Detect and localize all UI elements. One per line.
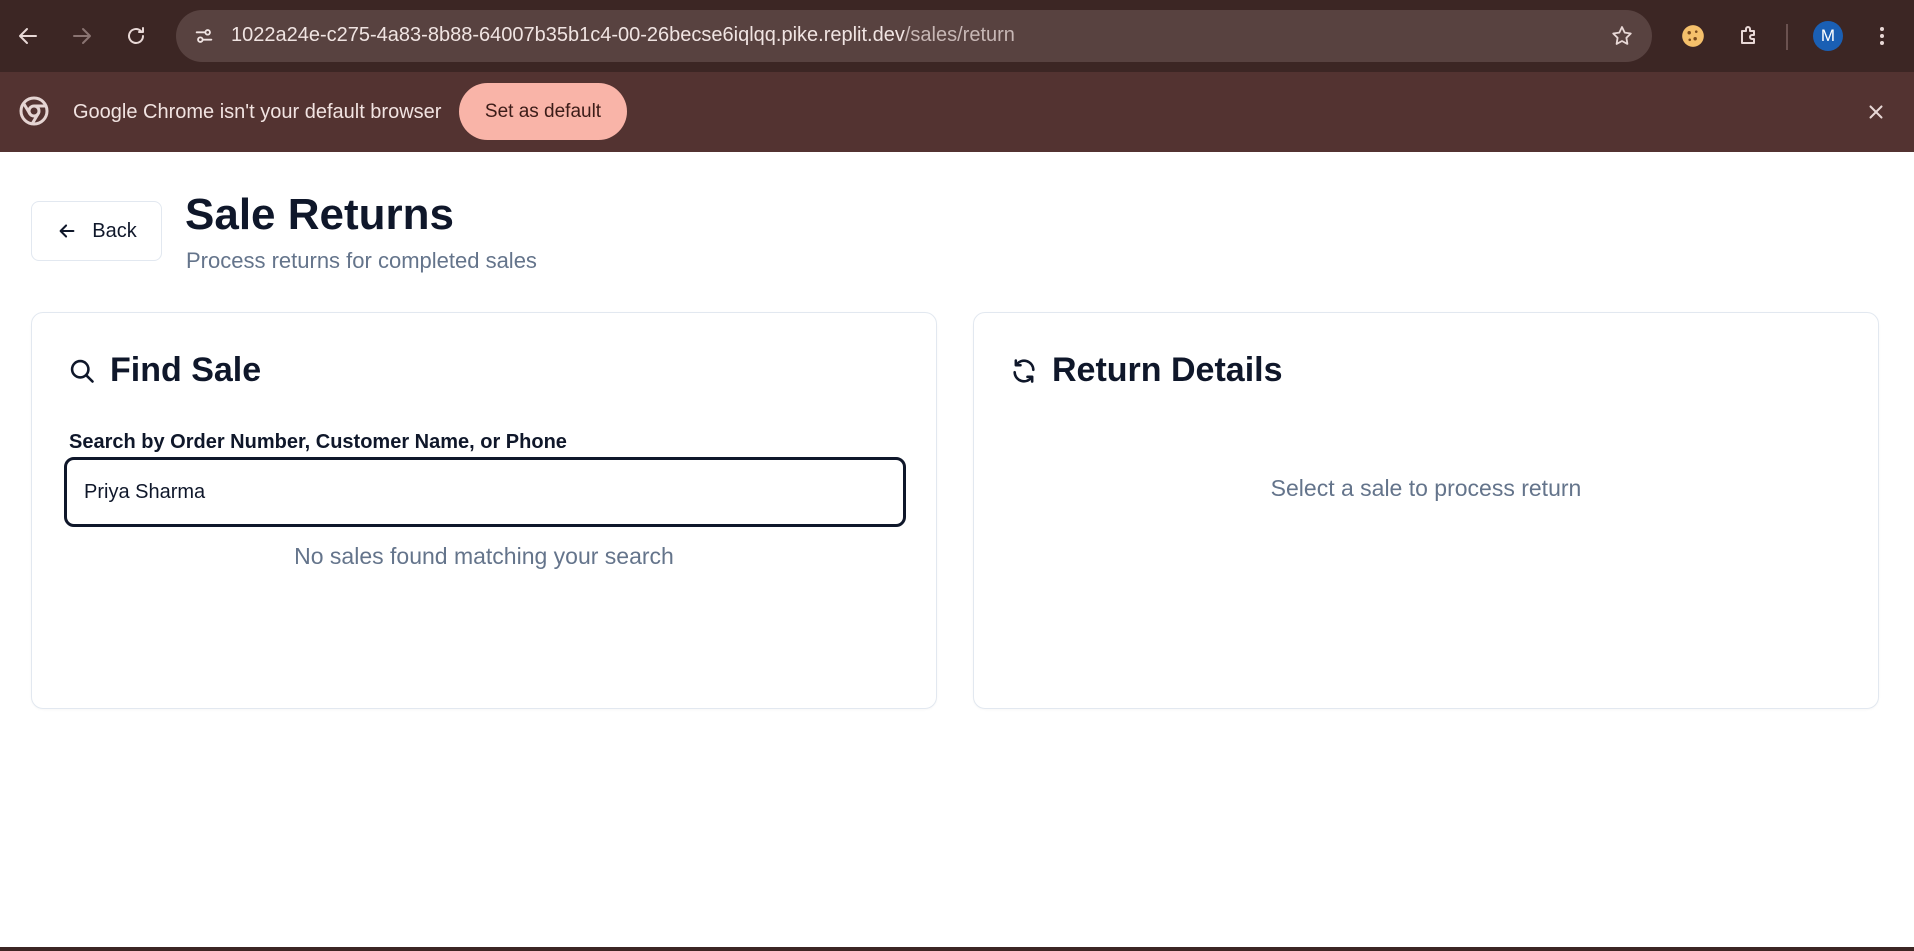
star-icon[interactable] bbox=[1608, 22, 1636, 50]
kebab-menu-icon[interactable] bbox=[1864, 18, 1900, 54]
profile-avatar[interactable]: M bbox=[1813, 21, 1843, 51]
find-sale-header: Find Sale bbox=[68, 351, 261, 390]
find-sale-title: Find Sale bbox=[110, 351, 262, 389]
chrome-logo-icon bbox=[19, 96, 49, 126]
infobar-message: Google Chrome isn't your default browser bbox=[73, 101, 442, 123]
set-as-default-button[interactable]: Set as default bbox=[459, 83, 627, 140]
refresh-icon bbox=[1013, 358, 1035, 383]
browser-toolbar: 1022a24e-c275-4a83-8b88-64007b35b1c4-00-… bbox=[0, 0, 1914, 72]
select-sale-message: Select a sale to process return bbox=[1270, 475, 1582, 501]
search-label: Search by Order Number, Customer Name, o… bbox=[69, 431, 567, 453]
url-text[interactable]: 1022a24e-c275-4a83-8b88-64007b35b1c4-00-… bbox=[231, 24, 1015, 47]
default-browser-infobar: Google Chrome isn't your default browser… bbox=[0, 72, 1914, 152]
back-button-label: Back bbox=[92, 219, 137, 242]
extensions-icon[interactable] bbox=[1731, 18, 1767, 54]
sale-search-input[interactable] bbox=[64, 457, 906, 527]
page-title: Sale Returns bbox=[185, 190, 454, 239]
return-details-title: Return Details bbox=[1052, 351, 1283, 389]
url-host: 1022a24e-c275-4a83-8b88-64007b35b1c4-00-… bbox=[231, 24, 905, 46]
site-info-icon[interactable] bbox=[190, 22, 218, 50]
find-sale-card: Find Sale Search by Order Number, Custom… bbox=[31, 312, 937, 709]
back-arrow-icon[interactable] bbox=[6, 14, 50, 58]
back-button[interactable]: Back bbox=[31, 201, 162, 261]
page-subtitle: Process returns for completed sales bbox=[186, 248, 537, 273]
reload-icon[interactable] bbox=[114, 14, 158, 58]
window-bottom-edge bbox=[0, 947, 1914, 951]
forward-arrow-icon[interactable] bbox=[60, 14, 104, 58]
arrow-left-icon bbox=[59, 224, 75, 238]
page-content: Back Sale Returns Process returns for co… bbox=[0, 152, 1914, 951]
no-sales-message: No sales found matching your search bbox=[294, 543, 674, 569]
url-path: /sales/return bbox=[904, 24, 1015, 46]
close-icon[interactable] bbox=[1860, 96, 1892, 128]
return-details-header: Return Details bbox=[1010, 351, 1283, 390]
return-details-card: Return Details Select a sale to process … bbox=[973, 312, 1879, 709]
cookie-icon[interactable] bbox=[1675, 18, 1711, 54]
search-icon bbox=[70, 359, 94, 383]
address-bar[interactable]: 1022a24e-c275-4a83-8b88-64007b35b1c4-00-… bbox=[176, 10, 1652, 62]
toolbar-separator bbox=[1786, 24, 1788, 50]
